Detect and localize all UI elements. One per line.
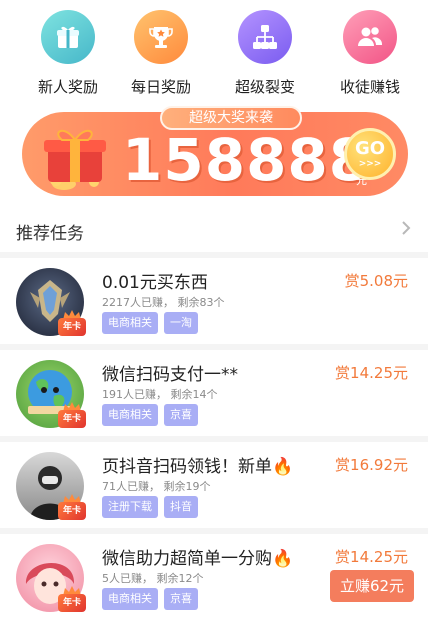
task-item[interactable]: 年卡 0.01元买东西 2217人已赚， 剩余83个 电商相关 一淘 赏5.08… [0,252,428,344]
recommended-tasks-header[interactable]: 推荐任务 [0,208,428,252]
network-icon [238,10,292,64]
annual-card-badge: 年卡 [58,318,86,336]
task-meta: 71人已赚， 剩余19个 [102,480,211,493]
task-tag: 电商相关 [102,588,158,610]
grid-item-newbie-reward[interactable]: 新人奖励 [23,10,113,97]
task-title: 微信扫码支付一** [102,365,238,385]
earn-now-button[interactable]: 立赚62元 [330,570,414,602]
task-item[interactable]: 年卡 页抖音扫码领钱！新单🔥 71人已赚， 剩余19个 注册下载 抖音 赏16.… [0,436,428,528]
annual-card-badge: 年卡 [58,502,86,520]
grid-label: 新人奖励 [37,78,98,96]
task-meta: 5人已赚， 剩余12个 [102,572,204,585]
task-item[interactable]: 年卡 微信助力超简单一分购🔥 5人已赚， 剩余12个 电商相关 京喜 赏14.2… [0,528,428,620]
task-tags: 电商相关 一淘 [102,312,198,334]
grid-item-super-fission[interactable]: 超级裂变 [220,10,310,97]
task-tag: 注册下载 [102,496,158,518]
task-reward: 赏5.08元 [344,272,408,290]
grid-label: 超级裂变 [234,78,295,96]
task-tags: 电商相关 京喜 [102,404,198,426]
task-item[interactable]: 年卡 微信扫码支付一** 191人已赚， 剩余14个 电商相关 京喜 赏14.2… [0,344,428,436]
go-arrows: >>> [358,159,382,169]
annual-card-badge: 年卡 [58,410,86,428]
jackpot-amount: 158888 [122,126,371,194]
task-meta: 2217人已赚， 剩余83个 [102,296,225,309]
grid-label: 收徒赚钱 [339,78,400,96]
task-tags: 电商相关 京喜 [102,588,198,610]
task-tag: 电商相关 [102,404,158,426]
annual-card-badge: 年卡 [58,594,86,612]
task-tag: 京喜 [164,404,198,426]
gift-box-icon [44,129,106,190]
users-icon [343,10,397,64]
trophy-icon [134,10,188,64]
task-meta: 191人已赚， 剩余14个 [102,388,218,401]
jackpot-banner[interactable]: 超级大奖来袭 158888 元 GO >>> [22,106,408,196]
task-tags: 注册下载 抖音 [102,496,198,518]
task-title: 页抖音扫码领钱！新单🔥 [102,457,294,477]
task-title: 0.01元买东西 [102,273,208,293]
task-tag: 一淘 [164,312,198,334]
task-reward: 赏14.25元 [335,548,408,566]
task-reward: 赏16.92元 [335,456,408,474]
go-label: GO [354,138,386,159]
task-tag: 京喜 [164,588,198,610]
grid-label: 每日奖励 [130,78,191,96]
task-tag: 电商相关 [102,312,158,334]
grid-item-daily-reward[interactable]: 每日奖励 [116,10,206,97]
go-button[interactable]: GO >>> [344,128,396,180]
feature-grid: 新人奖励 每日奖励 超级裂变 收徒赚钱 [0,0,428,100]
chevron-right-icon[interactable] [398,218,414,238]
gift-icon [41,10,95,64]
grid-item-recruit-earn[interactable]: 收徒赚钱 [325,10,415,97]
section-title: 推荐任务 [16,224,84,244]
task-reward: 赏14.25元 [335,364,408,382]
task-tag: 抖音 [164,496,198,518]
task-title: 微信助力超简单一分购🔥 [102,549,294,569]
